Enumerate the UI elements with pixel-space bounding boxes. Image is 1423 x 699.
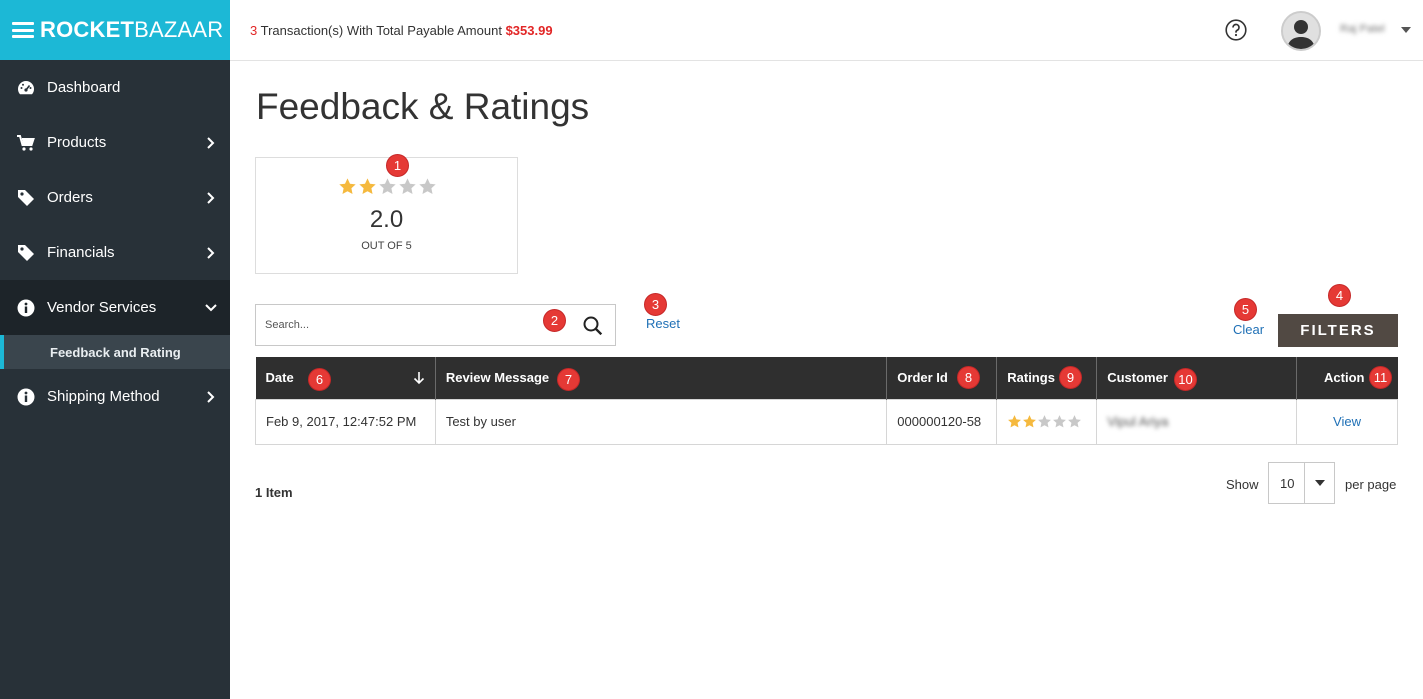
per-page-value: 10 xyxy=(1280,475,1295,491)
star-empty-icon xyxy=(399,178,416,195)
chevron-right-icon xyxy=(204,191,218,205)
search-input[interactable] xyxy=(256,305,566,345)
cell-action: View xyxy=(1296,398,1398,445)
table-row: Feb 9, 2017, 12:47:52 PM Test by user 00… xyxy=(255,398,1398,445)
clear-filters-link[interactable]: Clear xyxy=(1233,322,1264,337)
sidebar-item-label: Shipping Method xyxy=(47,388,160,405)
column-header-review-message[interactable]: Review Message xyxy=(435,357,888,399)
chevron-right-icon xyxy=(204,136,218,150)
annotation-badge: 11 xyxy=(1369,366,1392,389)
annotation-badge: 8 xyxy=(957,366,980,389)
per-page-select[interactable]: 10 xyxy=(1268,462,1335,504)
star-empty-icon xyxy=(419,178,436,195)
sidebar-item-label: Vendor Services xyxy=(47,299,157,316)
column-header-order-id[interactable]: Order Id xyxy=(886,357,998,399)
dashboard-icon xyxy=(16,78,36,98)
filters-button[interactable]: FILTERS xyxy=(1278,314,1398,347)
star-filled-icon xyxy=(339,178,356,195)
column-header-date[interactable]: Date xyxy=(255,357,436,399)
search-icon[interactable] xyxy=(582,315,604,337)
star-empty-icon xyxy=(1068,415,1082,428)
top-bar: 3 Transaction(s) With Total Payable Amou… xyxy=(230,0,1423,61)
sidebar-item-label: Orders xyxy=(47,189,93,206)
transaction-text: Transaction(s) With Total Payable Amount xyxy=(257,22,506,38)
user-name[interactable]: Raj Patel xyxy=(1340,23,1385,35)
annotation-badge: 9 xyxy=(1059,366,1082,389)
info-icon xyxy=(16,298,36,318)
sort-down-icon[interactable] xyxy=(413,371,425,385)
rating-out-of: OUT OF 5 xyxy=(361,240,412,252)
page-title: Feedback & Ratings xyxy=(256,86,590,127)
star-filled-icon xyxy=(1023,415,1037,428)
annotation-badge: 7 xyxy=(557,368,580,391)
rating-stars xyxy=(338,177,437,196)
sidebar-subitem-feedback-rating[interactable]: Feedback and Rating xyxy=(0,335,230,369)
payable-amount: $353.99 xyxy=(505,22,553,38)
sidebar-item-orders[interactable]: Orders xyxy=(0,170,230,225)
help-icon[interactable] xyxy=(1225,19,1247,41)
cell-review-message: Test by user xyxy=(434,398,888,445)
chevron-right-icon xyxy=(204,390,218,404)
main-content: Feedback & Ratings 2.0 OUT OF 5 Reset Cl… xyxy=(230,61,1423,699)
star-filled-icon xyxy=(1008,415,1022,428)
annotation-badge: 6 xyxy=(308,368,331,391)
per-page-label: per page xyxy=(1345,477,1397,492)
star-empty-icon xyxy=(1038,415,1052,428)
sidebar-item-dashboard[interactable]: Dashboard xyxy=(0,60,230,115)
feedback-table: Date Review Message Order Id Ratings Cus… xyxy=(255,357,1398,445)
star-empty-icon xyxy=(379,178,396,195)
brand-name: ROCKETBAZAAR xyxy=(40,17,224,42)
annotation-badge: 1 xyxy=(386,154,409,177)
show-label: Show xyxy=(1226,477,1259,492)
info-icon xyxy=(16,387,36,407)
sidebar-item-label: Financials xyxy=(47,244,115,261)
cart-icon xyxy=(16,133,36,153)
cell-date: Feb 9, 2017, 12:47:52 PM xyxy=(255,398,436,445)
rating-value: 2.0 xyxy=(369,206,404,233)
sidebar-item-financials[interactable]: Financials xyxy=(0,225,230,280)
view-link[interactable]: View xyxy=(1333,414,1361,429)
tag-icon xyxy=(16,188,36,208)
sidebar: ROCKETBAZAAR Dashboard Products Orders F… xyxy=(0,0,230,699)
chevron-right-icon xyxy=(204,246,218,260)
star-filled-icon xyxy=(359,178,376,195)
menu-icon[interactable] xyxy=(12,22,34,38)
sidebar-item-products[interactable]: Products xyxy=(0,115,230,170)
items-count: 1 Item xyxy=(255,485,293,500)
sidebar-item-label: Products xyxy=(47,134,107,151)
star-empty-icon xyxy=(1053,415,1067,428)
reset-link[interactable]: Reset xyxy=(646,316,680,331)
annotation-badge: 10 xyxy=(1174,368,1197,391)
table-header-row: Date Review Message Order Id Ratings Cus… xyxy=(255,357,1398,399)
rating-summary-card: 2.0 OUT OF 5 xyxy=(255,157,518,274)
annotation-badge: 3 xyxy=(644,293,667,316)
annotation-badge: 2 xyxy=(543,309,566,332)
sidebar-item-vendor-services[interactable]: Vendor Services xyxy=(0,280,230,335)
customer-name: Vipul Ariya xyxy=(1107,414,1169,429)
sidebar-item-shipping-method[interactable]: Shipping Method xyxy=(0,369,230,424)
chevron-down-icon[interactable] xyxy=(1304,463,1334,503)
brand-logo[interactable]: ROCKETBAZAAR xyxy=(0,0,230,60)
tag-icon xyxy=(16,243,36,263)
sidebar-item-label: Dashboard xyxy=(47,79,121,96)
transactions-summary[interactable]: 3 Transaction(s) With Total Payable Amou… xyxy=(250,23,553,38)
user-avatar[interactable] xyxy=(1281,11,1321,51)
caret-down-icon[interactable] xyxy=(1401,27,1411,33)
chevron-down-icon xyxy=(204,301,218,315)
cell-customer: Vipul Ariya xyxy=(1096,398,1298,445)
annotation-badge: 5 xyxy=(1234,298,1257,321)
row-rating-stars xyxy=(1007,414,1096,429)
annotation-badge: 4 xyxy=(1328,284,1351,307)
sidebar-nav: Dashboard Products Orders Financials Ven… xyxy=(0,60,230,424)
cell-order-id: 000000120-58 xyxy=(886,398,998,445)
cell-ratings xyxy=(996,398,1098,445)
